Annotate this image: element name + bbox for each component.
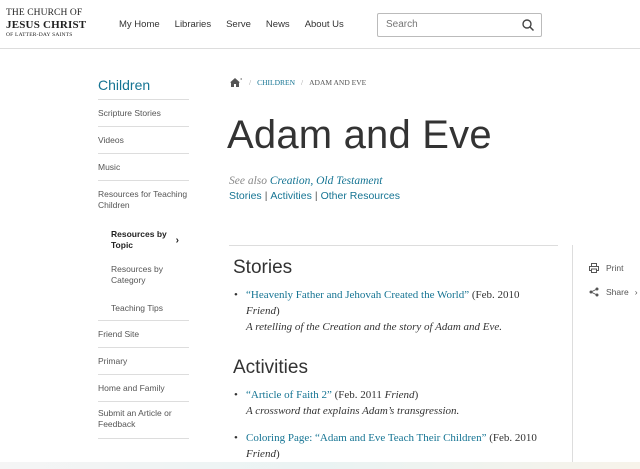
- breadcrumb: / CHILDREN / ADAM AND EVE: [229, 77, 366, 88]
- sidebar-item-friend-site[interactable]: Friend Site: [98, 321, 189, 348]
- sidebar-title[interactable]: Children: [98, 74, 189, 100]
- logo-line-1: THE CHURCH OF: [6, 8, 83, 18]
- entry-publication: Friend: [384, 389, 415, 401]
- list-item: • “Article of Faith 2” (Feb. 2011 Friend…: [234, 389, 460, 417]
- stories-heading: Stories: [233, 257, 293, 278]
- list-item: • “Heavenly Father and Jehovah Created t…: [234, 289, 520, 333]
- see-also-prefix: See also: [229, 175, 268, 187]
- share-label: Share: [606, 287, 629, 297]
- entry-description: A crossword that explains Adam’s transgr…: [246, 405, 460, 417]
- story-link[interactable]: “Heavenly Father and Jehovah Created the…: [246, 289, 469, 301]
- entry-date: (Feb. 2010: [471, 289, 520, 301]
- home-icon[interactable]: [229, 77, 243, 88]
- entry-date: (Feb. 2010: [489, 432, 537, 444]
- sidebar-item-music[interactable]: Music: [98, 154, 189, 181]
- tools-divider: [572, 245, 573, 469]
- breadcrumb-children[interactable]: CHILDREN: [257, 78, 295, 87]
- bullet: •: [234, 389, 238, 401]
- sidebar-item-videos[interactable]: Videos: [98, 127, 189, 154]
- nav-libraries[interactable]: Libraries: [175, 19, 211, 30]
- sidebar-item-resources-by-category[interactable]: Resources by Category: [98, 259, 189, 295]
- search-input[interactable]: [386, 19, 516, 30]
- activities-heading: Activities: [233, 357, 308, 378]
- see-also-creation[interactable]: Creation: [270, 175, 310, 187]
- site-header: THE CHURCH OF JESUS CHRIST OF LATTER-DAY…: [0, 0, 640, 49]
- printer-icon: [589, 263, 599, 273]
- section-link-other-resources[interactable]: Other Resources: [321, 190, 400, 202]
- sidebar: Children Scripture Stories Videos Music …: [98, 74, 189, 439]
- see-also-old-testament[interactable]: Old Testament: [316, 175, 382, 187]
- main-nav: My Home Libraries Serve News About Us: [119, 19, 359, 30]
- entry-date: (Feb. 2011: [334, 389, 382, 401]
- bullet: •: [234, 432, 238, 444]
- see-also: See also Creation, Old Testament: [229, 175, 383, 187]
- nav-about-us[interactable]: About Us: [305, 19, 344, 30]
- chevron-right-icon: ›: [175, 235, 179, 246]
- section-links: Stories | Activities | Other Resources: [229, 190, 400, 202]
- breadcrumb-current: ADAM AND EVE: [309, 78, 367, 87]
- activity-link[interactable]: “Article of Faith 2”: [246, 389, 332, 401]
- sidebar-item-submit-feedback[interactable]: Submit an Article or Feedback: [98, 402, 189, 439]
- page-title: Adam and Eve: [227, 113, 492, 157]
- entry-publication: Friend: [246, 305, 276, 317]
- sidebar-item-resources-by-topic[interactable]: Resources by Topic ›: [98, 222, 189, 259]
- section-link-activities[interactable]: Activities: [270, 190, 311, 202]
- sidebar-item-primary[interactable]: Primary: [98, 348, 189, 375]
- breadcrumb-separator: /: [249, 78, 252, 87]
- logo-line-3: OF LATTER-DAY SAINTS: [6, 31, 73, 38]
- nav-serve[interactable]: Serve: [226, 19, 251, 30]
- sidebar-item-label: Resources by Topic: [111, 229, 167, 250]
- sidebar-item-home-and-family[interactable]: Home and Family: [98, 375, 189, 402]
- entry-publication: Friend: [246, 448, 276, 460]
- share-button[interactable]: Share ›: [589, 287, 638, 297]
- chevron-right-icon: ›: [634, 287, 638, 297]
- content-divider: [229, 245, 558, 246]
- church-logo[interactable]: THE CHURCH OF JESUS CHRIST OF LATTER-DAY…: [6, 8, 87, 38]
- bullet: •: [234, 289, 238, 301]
- logo-line-2: JESUS CHRIST: [6, 18, 87, 31]
- search-icon[interactable]: [521, 18, 535, 32]
- sidebar-item-scripture-stories[interactable]: Scripture Stories: [98, 100, 189, 127]
- sidebar-item-resources-for-teaching[interactable]: Resources for Teaching Children: [98, 181, 189, 222]
- bottom-banner-edge: [0, 462, 640, 469]
- sidebar-item-teaching-tips[interactable]: Teaching Tips: [98, 295, 189, 321]
- section-link-stories[interactable]: Stories: [229, 190, 262, 202]
- search-box[interactable]: [377, 13, 542, 37]
- print-button[interactable]: Print: [589, 263, 623, 273]
- print-label: Print: [606, 263, 624, 273]
- entry-description: A retelling of the Creation and the stor…: [246, 321, 503, 333]
- activity-link[interactable]: Coloring Page: “Adam and Eve Teach Their…: [246, 432, 486, 444]
- breadcrumb-separator: /: [301, 78, 304, 87]
- list-item: • Coloring Page: “Adam and Eve Teach The…: [234, 432, 537, 460]
- share-icon: [589, 287, 599, 297]
- nav-my-home[interactable]: My Home: [119, 19, 160, 30]
- nav-news[interactable]: News: [266, 19, 290, 30]
